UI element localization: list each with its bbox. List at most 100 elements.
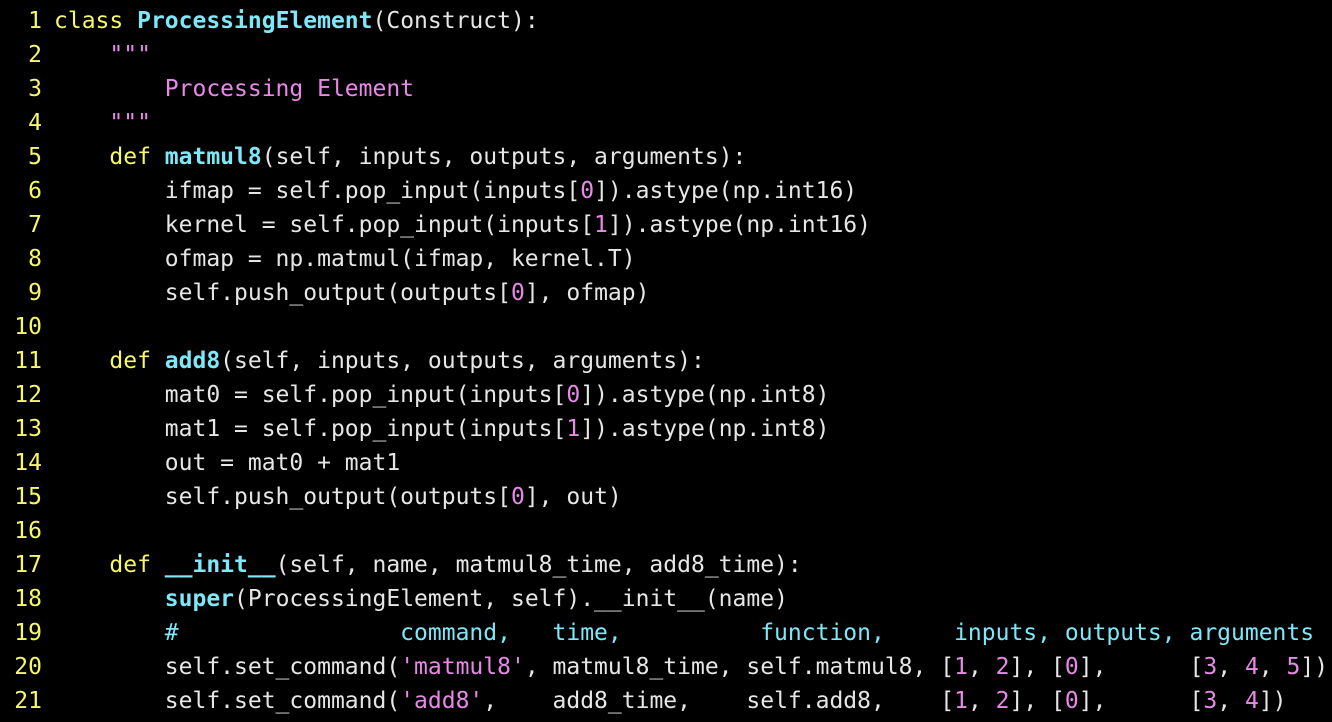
- line-number: 14: [14, 450, 42, 476]
- code-line[interactable]: 18 super(ProcessingElement, self).__init…: [0, 582, 1332, 616]
- code-token: 2: [995, 654, 1010, 680]
- code-text: def add8(self, inputs, outputs, argument…: [54, 344, 704, 378]
- code-line[interactable]: 12 mat0 = self.pop_input(inputs[0]).asty…: [0, 378, 1332, 412]
- code-token: ifmap = self.pop_input(inputs[: [54, 178, 581, 204]
- code-line[interactable]: 2 """: [0, 38, 1332, 72]
- code-token: ], [: [1009, 654, 1065, 680]
- code-token: self.push_output(outputs[: [54, 484, 511, 510]
- code-line[interactable]: 21 self.set_command('add8', add8_time, s…: [0, 684, 1332, 718]
- code-line[interactable]: 15 self.push_output(outputs[0], out): [0, 480, 1332, 514]
- line-number: 13: [14, 416, 42, 442]
- code-line[interactable]: 9 self.push_output(outputs[0], ofmap): [0, 276, 1332, 310]
- code-token: def: [109, 552, 165, 578]
- code-token: self.set_command(: [54, 688, 401, 714]
- code-token: 1: [566, 416, 581, 442]
- code-token: 1: [954, 688, 968, 714]
- code-token: ], [: [1078, 688, 1204, 714]
- code-line[interactable]: 14 out = mat0 + mat1: [0, 446, 1332, 480]
- code-line[interactable]: 17 def __init__(self, name, matmul8_time…: [0, 548, 1332, 582]
- code-token: 4: [1244, 688, 1259, 714]
- code-line[interactable]: 20 self.set_command('matmul8', matmul8_t…: [0, 650, 1332, 684]
- code-token: """: [54, 110, 151, 136]
- code-token: 0: [566, 382, 581, 408]
- code-line[interactable]: 6 ifmap = self.pop_input(inputs[0]).asty…: [0, 174, 1332, 208]
- code-line[interactable]: 5 def matmul8(self, inputs, outputs, arg…: [0, 140, 1332, 174]
- line-number: 20: [14, 654, 42, 680]
- code-token: 0: [580, 178, 595, 204]
- code-text: """: [54, 38, 151, 72]
- code-text: self.push_output(outputs[0], out): [54, 480, 622, 514]
- line-number: 2: [28, 42, 42, 68]
- code-token: ]): [1258, 688, 1287, 714]
- line-number: 17: [14, 552, 42, 578]
- code-token: 0: [510, 280, 525, 306]
- line-number: 21: [14, 688, 42, 714]
- code-line[interactable]: 3 Processing Element: [0, 72, 1332, 106]
- code-token: 0: [1064, 654, 1079, 680]
- code-text: # command, time, function, inputs, outpu…: [54, 616, 1314, 650]
- code-token: ,: [1217, 654, 1245, 680]
- code-editor[interactable]: 1 class ProcessingElement(Construct): 2 ""…: [0, 0, 1332, 722]
- code-line[interactable]: 4 """: [0, 106, 1332, 140]
- code-text: Processing Element: [54, 72, 414, 106]
- code-token: add8: [164, 348, 221, 374]
- code-token: ], out): [524, 484, 622, 510]
- code-line[interactable]: 16: [0, 514, 1332, 548]
- code-token: 1: [594, 212, 608, 238]
- code-token: ]).astype(np.int8): [580, 416, 830, 442]
- code-token: (self, name, matmul8_time, add8_time):: [275, 552, 802, 578]
- code-text: """: [54, 106, 151, 140]
- code-token: ,: [1258, 654, 1287, 680]
- code-token: 5: [1286, 654, 1301, 680]
- code-token: ], ofmap): [524, 280, 650, 306]
- code-token: out = mat0 + mat1: [54, 450, 401, 476]
- code-token: ProcessingElement: [137, 8, 373, 34]
- code-text: out = mat0 + mat1: [54, 446, 400, 480]
- code-token: (Construct):: [372, 8, 539, 34]
- code-token: self.push_output(outputs[: [54, 280, 511, 306]
- code-line[interactable]: 10: [0, 310, 1332, 344]
- code-token: def: [109, 348, 165, 374]
- code-text: def __init__(self, name, matmul8_time, a…: [54, 548, 802, 582]
- code-token: """: [54, 42, 151, 68]
- code-line[interactable]: 13 mat1 = self.pop_input(inputs[1]).asty…: [0, 412, 1332, 446]
- code-text: self.push_output(outputs[0], ofmap): [54, 276, 650, 310]
- code-line[interactable]: 1 class ProcessingElement(Construct):: [0, 4, 1332, 38]
- code-token: 0: [510, 484, 525, 510]
- code-token: super: [164, 586, 235, 612]
- code-token: , matmul8_time, self.matmul8, [: [524, 654, 955, 680]
- code-token: self.set_command(: [54, 654, 401, 680]
- code-token: mat0 = self.pop_input(inputs[: [54, 382, 567, 408]
- code-token: ofmap = np.matmul(ifmap, kernel.T): [54, 246, 636, 272]
- line-number: 18: [14, 586, 42, 612]
- code-line[interactable]: 11 def add8(self, inputs, outputs, argum…: [0, 344, 1332, 378]
- code-token: 4: [1244, 654, 1259, 680]
- code-line[interactable]: 19 # command, time, function, inputs, ou…: [0, 616, 1332, 650]
- code-text: def matmul8(self, inputs, outputs, argum…: [54, 140, 746, 174]
- code-line[interactable]: 8 ofmap = np.matmul(ifmap, kernel.T): [0, 242, 1332, 276]
- code-token: 'matmul8': [400, 654, 525, 680]
- code-text: self.set_command('add8', add8_time, self…: [54, 684, 1287, 718]
- code-token: 2: [995, 688, 1010, 714]
- code-token: ,: [967, 654, 996, 680]
- line-number: 15: [14, 484, 42, 510]
- code-token: 1: [954, 654, 968, 680]
- code-token: ]): [1300, 654, 1329, 680]
- code-text: kernel = self.pop_input(inputs[1]).astyp…: [54, 208, 871, 242]
- code-text: super(ProcessingElement, self).__init__(…: [54, 582, 788, 616]
- code-token: ]).astype(np.int8): [580, 382, 830, 408]
- code-text: mat0 = self.pop_input(inputs[0]).astype(…: [54, 378, 830, 412]
- code-line[interactable]: 7 kernel = self.pop_input(inputs[1]).ast…: [0, 208, 1332, 242]
- code-token: ,: [1217, 688, 1245, 714]
- code-text: self.set_command('matmul8', matmul8_time…: [54, 650, 1328, 684]
- code-token: 3: [1203, 688, 1218, 714]
- code-token: mat1 = self.pop_input(inputs[: [54, 416, 567, 442]
- line-number: 8: [28, 246, 42, 272]
- code-token: ]).astype(np.int16): [594, 178, 858, 204]
- code-token: class: [54, 8, 138, 34]
- line-number: 12: [14, 382, 42, 408]
- line-number: 3: [28, 76, 42, 102]
- code-token: ,: [967, 688, 996, 714]
